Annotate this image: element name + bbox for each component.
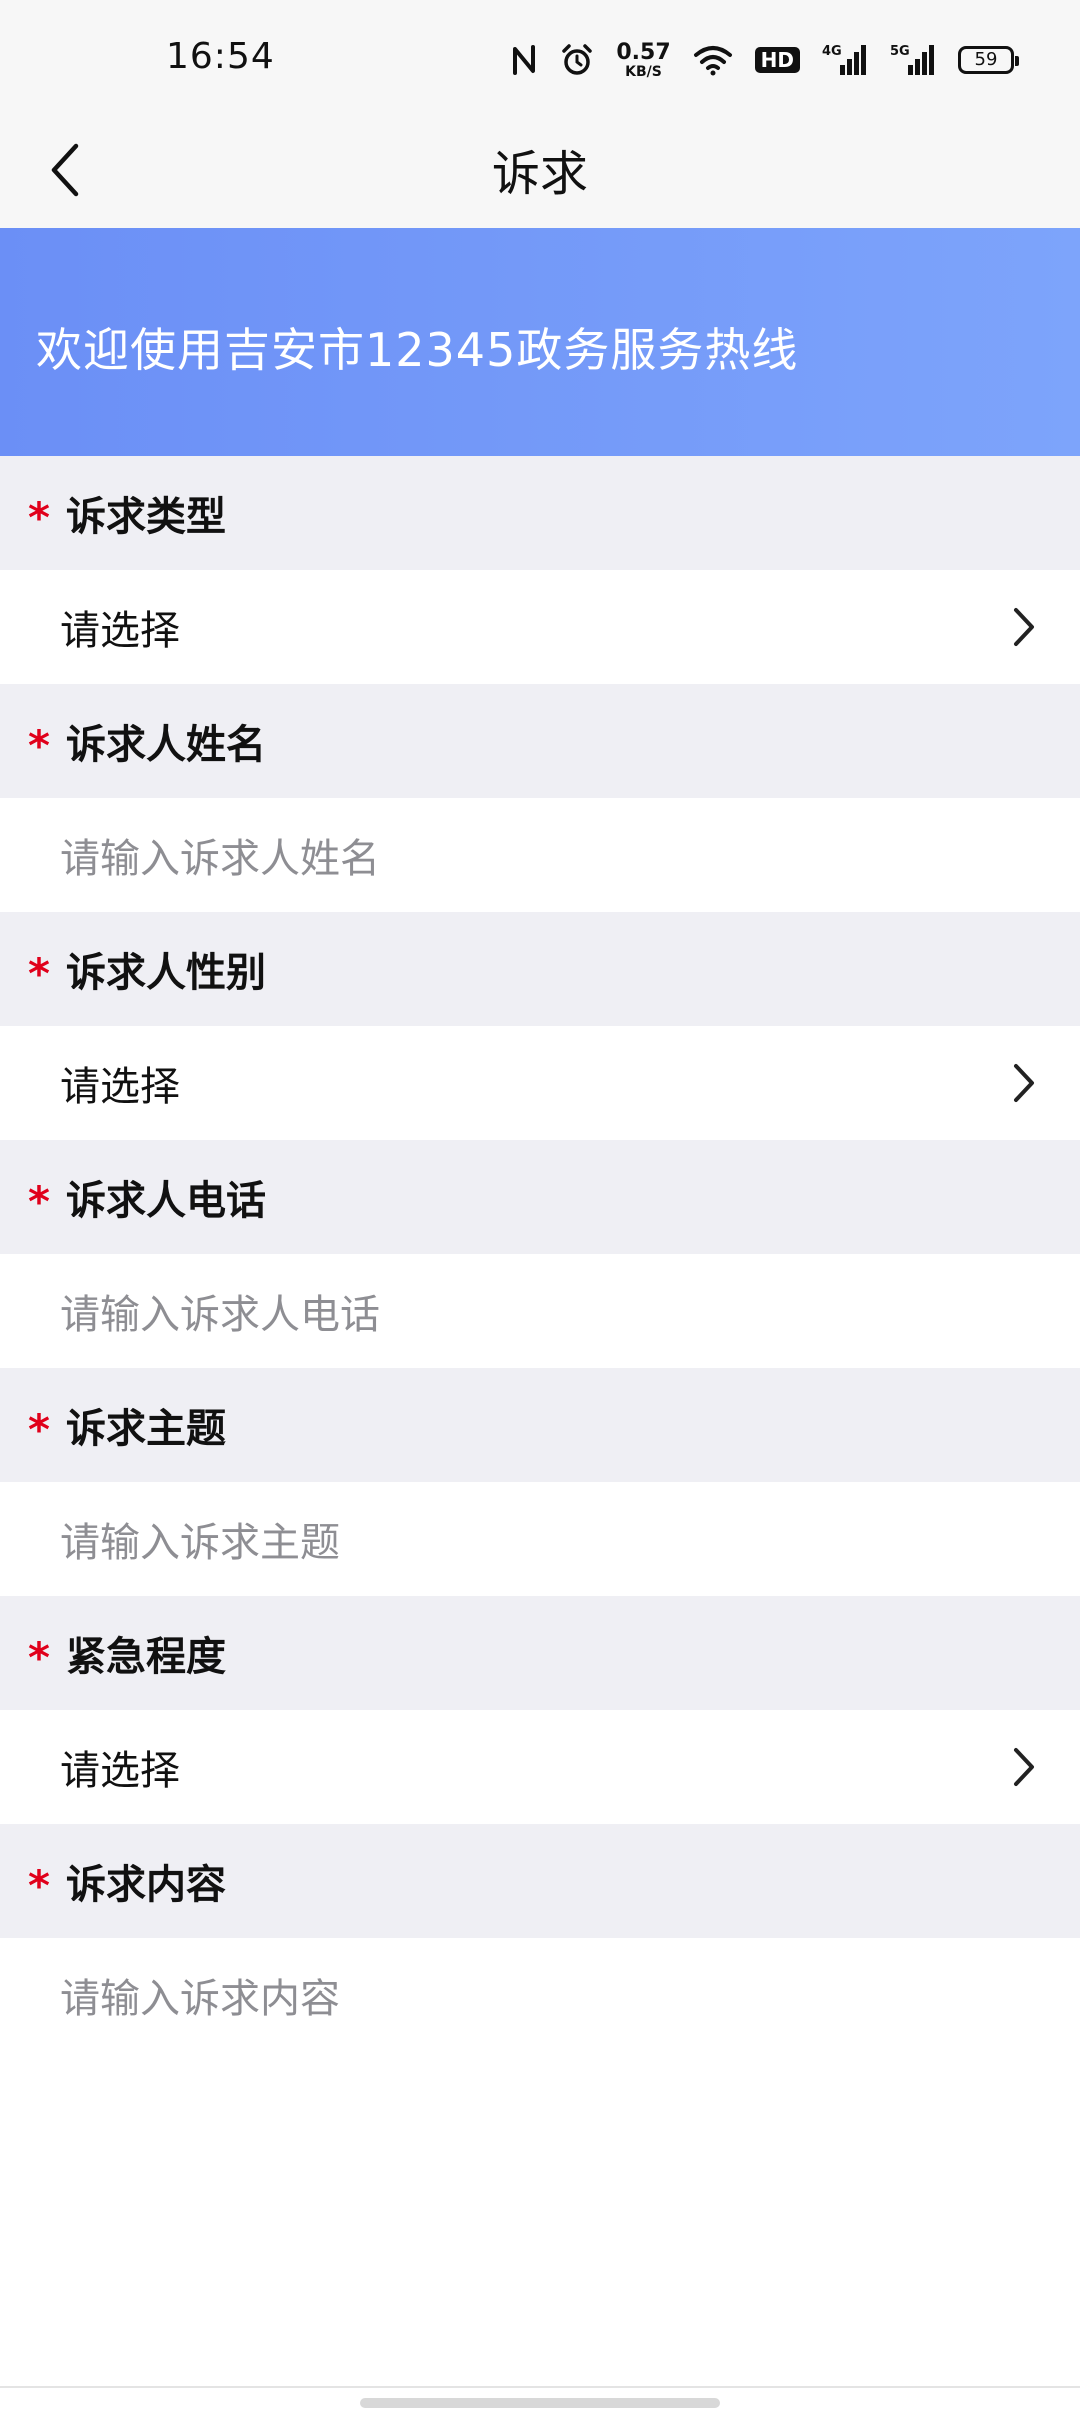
hd-label: HD [754,47,800,73]
nfc-icon [510,38,538,82]
appellant-name-input[interactable]: 请输入诉求人姓名 [0,798,1080,912]
battery-icon: 59 [958,38,1019,82]
urgency-select[interactable]: 请选择 [0,1710,1080,1824]
net-speed-value: 0.57 [616,39,671,65]
required-mark: * [28,949,50,998]
chevron-left-icon [51,143,79,197]
required-mark: * [28,1633,50,1682]
back-button[interactable] [30,130,100,210]
status-time: 16:54 [166,36,275,77]
welcome-banner: 欢迎使用吉安市12345政务服务热线 [0,228,1080,456]
bottom-divider [0,2386,1080,2388]
label-text: 诉求人姓名 [65,722,266,768]
required-mark: * [28,721,50,770]
label-text: 诉求人性别 [65,950,266,996]
label-appellant-gender: * 诉求人性别 [0,912,1080,1026]
hd-icon: HD [754,38,800,82]
required-mark: * [28,1861,50,1910]
net-4g-label: 4G [822,44,842,59]
appeal-form: * 诉求类型 请选择 * 诉求人姓名 请输入诉求人姓名 * 诉求人性别 请选择 [0,456,1080,2052]
required-mark: * [28,1405,50,1454]
input-placeholder: 请输入诉求内容 [60,1976,340,2022]
wifi-icon [693,38,733,82]
label-appeal-content: * 诉求内容 [0,1824,1080,1938]
label-appellant-phone: * 诉求人电话 [0,1140,1080,1254]
label-text: 诉求主题 [65,1406,226,1452]
home-indicator[interactable] [360,2398,720,2408]
alarm-icon [560,38,594,82]
status-icons: 0.57 KB/S HD 4G 5G 59 [510,38,1019,82]
chevron-right-icon [1004,603,1044,651]
appellant-gender-select[interactable]: 请选择 [0,1026,1080,1140]
appeal-subject-input[interactable]: 请输入诉求主题 [0,1482,1080,1596]
signal-4g-icon: 4G [822,38,868,82]
net-speed-unit: KB/S [625,63,662,80]
input-placeholder: 请输入诉求主题 [60,1520,340,1566]
select-value: 请选择 [60,1748,180,1794]
nav-bar: 诉求 [0,110,1080,228]
label-urgency: * 紧急程度 [0,1596,1080,1710]
battery-level: 59 [974,49,998,70]
net-5g-label: 5G [890,44,910,59]
page-title: 诉求 [491,146,588,202]
chevron-right-icon [1004,1743,1044,1791]
label-text: 诉求人电话 [65,1178,266,1224]
app-screen: 16:54 0.57 KB/S HD 4G 5G 59 诉求 欢迎使用吉安市12… [0,0,1080,2412]
status-bar: 16:54 0.57 KB/S HD 4G 5G 59 [0,0,1080,110]
signal-5g-icon: 5G [890,38,936,82]
net-speed: 0.57 KB/S [616,38,670,82]
select-value: 请选择 [60,608,180,654]
label-appellant-name: * 诉求人姓名 [0,684,1080,798]
label-appeal-subject: * 诉求主题 [0,1368,1080,1482]
input-placeholder: 请输入诉求人姓名 [60,836,380,882]
banner-text: 欢迎使用吉安市12345政务服务热线 [36,323,799,377]
select-value: 请选择 [60,1064,180,1110]
appellant-phone-input[interactable]: 请输入诉求人电话 [0,1254,1080,1368]
appeal-content-input[interactable]: 请输入诉求内容 [0,1938,1080,2052]
label-text: 诉求内容 [65,1862,226,1908]
label-text: 紧急程度 [65,1634,226,1680]
required-mark: * [28,493,50,542]
input-placeholder: 请输入诉求人电话 [60,1292,380,1338]
required-mark: * [28,1177,50,1226]
label-appeal-type: * 诉求类型 [0,456,1080,570]
chevron-right-icon [1004,1059,1044,1107]
appeal-type-select[interactable]: 请选择 [0,570,1080,684]
label-text: 诉求类型 [65,494,226,540]
